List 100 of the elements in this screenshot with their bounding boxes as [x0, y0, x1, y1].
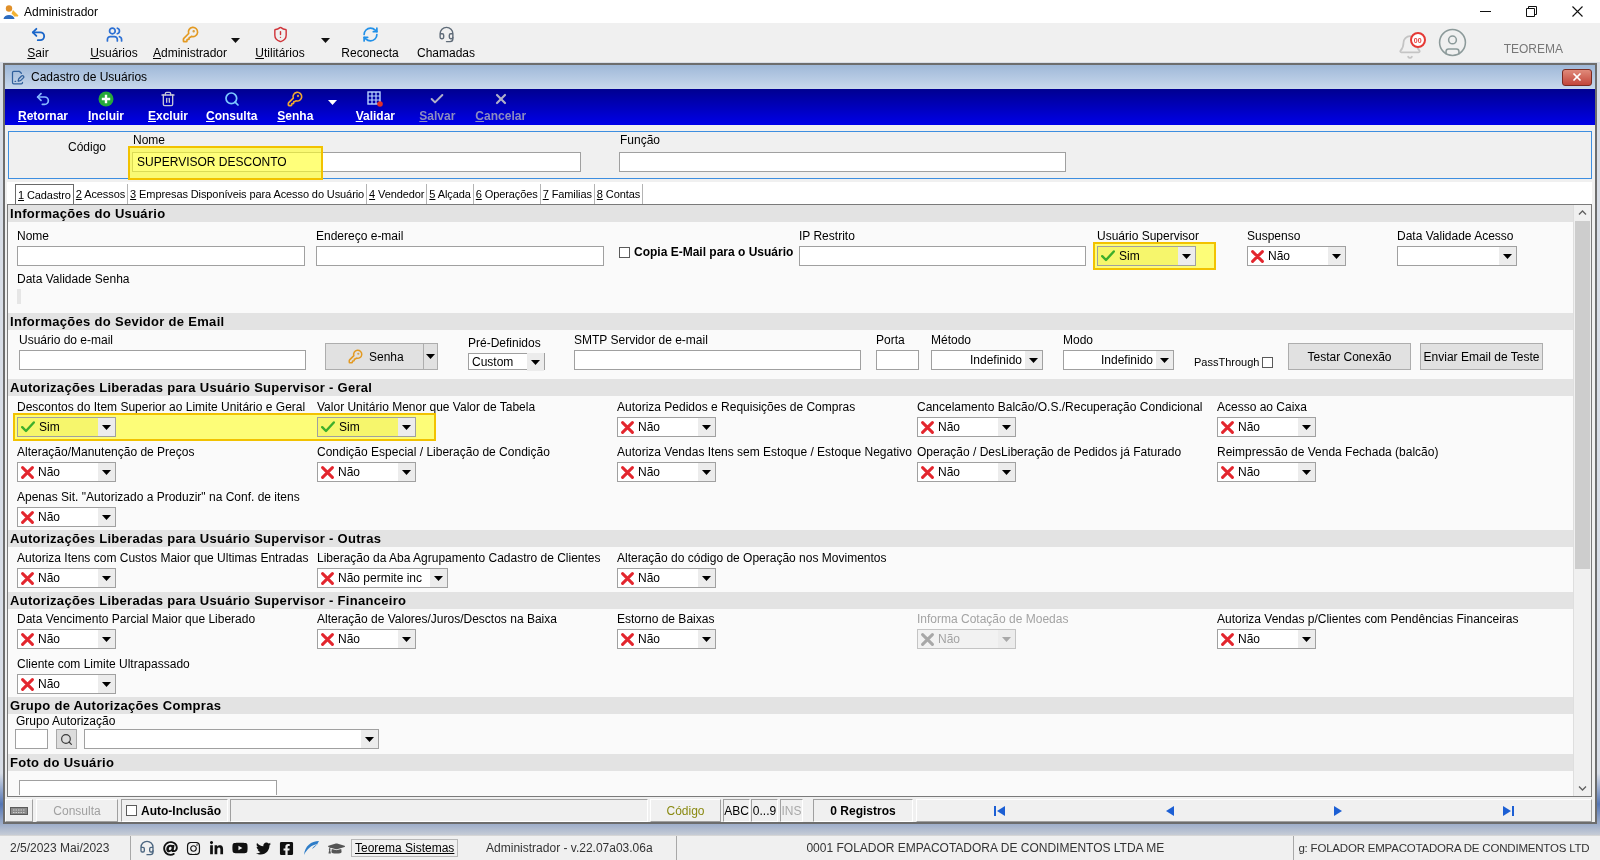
dropdown[interactable]: Sim — [317, 417, 416, 437]
dropdown[interactable]: Não — [1217, 462, 1316, 482]
checkbox-label: Auto-Inclusão — [141, 803, 221, 818]
field-label: Condição Especial / Liberação de Condição — [317, 445, 550, 459]
dropdown[interactable]: Indefinido — [931, 350, 1043, 370]
action-button[interactable]: Testar Conexão — [1288, 343, 1411, 370]
input-field[interactable] — [19, 350, 306, 370]
field-label: Autoriza Itens com Custos Maior que Ultimas Entradas — [17, 551, 309, 565]
toolbar-button[interactable]: Senha — [267, 89, 342, 125]
input-field[interactable] — [799, 246, 1086, 266]
toolbar-button[interactable]: Incluir — [78, 89, 134, 125]
dropdown[interactable]: Não permite inc — [317, 568, 449, 588]
action-button[interactable]: Enviar Email de Teste — [1420, 343, 1543, 370]
dropdown[interactable]: Não — [917, 417, 1016, 437]
dropdown[interactable]: Não — [1217, 629, 1316, 649]
dropdown[interactable]: Não — [17, 568, 116, 588]
section-header: Informações do Sevidor de Email — [8, 313, 1573, 330]
linkedin-icon — [209, 840, 224, 856]
field-label: Autoriza Pedidos e Requisições de Compras — [617, 400, 856, 414]
toolbar-button[interactable]: Excluir — [140, 89, 196, 125]
field-label: Operação / DesLiberação de Pedidos já Faturado — [917, 445, 1182, 459]
field-label: Método — [931, 333, 972, 347]
input-field[interactable] — [316, 246, 604, 266]
dropdown[interactable]: Não — [17, 629, 116, 649]
dropdown[interactable]: Não — [617, 462, 716, 482]
caret-icon — [230, 38, 240, 43]
dropdown[interactable]: Custom — [468, 353, 545, 370]
field-label: Usuário do e-mail — [19, 333, 114, 347]
toolbar-button[interactable]: Usuários — [76, 23, 152, 62]
toolbar-button[interactable]: Validar — [347, 89, 404, 125]
form-edit-icon — [10, 69, 25, 85]
dropdown[interactable]: Não — [317, 462, 416, 482]
mode-indicator: 0...9 — [751, 799, 778, 822]
field-label: Código — [67, 140, 108, 154]
keyboard-button[interactable] — [5, 799, 33, 822]
dropdown[interactable]: Sim — [17, 417, 116, 437]
dropdown[interactable]: Não — [917, 462, 1016, 482]
caret-icon — [98, 569, 115, 587]
dropdown[interactable]: Não — [617, 568, 716, 588]
toolbar-button[interactable]: Consulta — [202, 89, 262, 125]
window-title: Cadastro de Usuários — [31, 70, 148, 84]
input-field[interactable]: SUPERVISOR DESCONTO — [132, 152, 581, 172]
field-label: Informa Cotação de Moedas — [917, 612, 1069, 626]
field-label: Valor Unitário Menor que Valor de Tabela — [317, 400, 536, 414]
dropdown[interactable]: Não — [617, 417, 716, 437]
checkbox[interactable] — [1262, 356, 1274, 368]
dropdown[interactable]: Não — [17, 507, 116, 527]
toolbar-button[interactable]: Chamadas — [408, 23, 484, 62]
input-field[interactable] — [17, 246, 305, 266]
toolbar-button[interactable]: Utilitários — [242, 23, 332, 62]
tab[interactable]: 1 Cadastro — [15, 184, 74, 204]
search-button[interactable] — [56, 729, 77, 749]
toolbar-button[interactable]: Sair — [0, 23, 76, 62]
input-field[interactable] — [619, 152, 1066, 172]
caret-icon — [98, 508, 115, 526]
dropdown[interactable]: Não — [1247, 246, 1346, 266]
checkbox-label: Copia E-Mail para o Usuário — [634, 245, 794, 259]
minimize-icon — [1479, 11, 1491, 12]
field-label: Cancelamento Balcão/O.S./Recuperação Condicional — [917, 400, 1203, 414]
dropdown[interactable]: Não — [1217, 417, 1316, 437]
checkbox[interactable] — [619, 246, 630, 258]
shield-icon — [271, 25, 289, 43]
caret-icon — [98, 418, 115, 436]
toolbar-button[interactable]: Administrador — [152, 23, 242, 62]
trash-icon — [160, 91, 176, 107]
close-icon — [1571, 71, 1583, 83]
checkbox[interactable] — [126, 805, 137, 816]
back-arrow-icon — [35, 91, 51, 107]
dropdown[interactable]: Não — [617, 629, 716, 649]
caret-icon — [398, 463, 415, 481]
dropdown[interactable] — [84, 729, 379, 749]
input-field[interactable] — [876, 350, 919, 370]
close-icon — [1571, 6, 1583, 17]
scrollbar[interactable] — [1573, 205, 1591, 796]
caret-icon — [426, 354, 435, 359]
password-button[interactable]: Senha — [325, 343, 438, 370]
dropdown[interactable]: Sim — [1097, 246, 1196, 266]
plus-circle-icon — [98, 91, 114, 107]
field-label: Pré-Definidos — [468, 336, 541, 350]
facebook-icon — [279, 840, 294, 856]
company-text: g: FOLADOR EMPACOTADORA DE CONDIMENTOS LTD — [1297, 841, 1591, 856]
dropdown[interactable]: Não — [17, 674, 116, 694]
window-title: Administrador — [24, 4, 99, 19]
field-label: Endereço e-mail — [316, 229, 404, 243]
scroll-thumb[interactable] — [1575, 221, 1590, 569]
input-field[interactable] — [574, 350, 861, 370]
dropdown[interactable]: Indefinido — [1063, 350, 1174, 370]
dropdown[interactable] — [1397, 246, 1517, 266]
key-icon — [181, 25, 199, 43]
mode-indicator: INS — [780, 799, 803, 822]
code-input[interactable] — [15, 729, 48, 749]
dropdown[interactable]: Não — [17, 462, 116, 482]
toolbar-button[interactable]: Retornar — [14, 89, 72, 125]
person-icon — [3, 3, 19, 20]
section-header: Autorizações Liberadas para Usuário Supervisor - Financeiro — [8, 592, 1573, 609]
dropdown[interactable]: Não — [317, 629, 416, 649]
close-button[interactable] — [1562, 68, 1592, 86]
toolbar-button[interactable]: Reconecta — [332, 23, 408, 62]
website-link[interactable]: Teorema Sistemas — [351, 839, 459, 857]
twitter-icon — [256, 840, 271, 856]
